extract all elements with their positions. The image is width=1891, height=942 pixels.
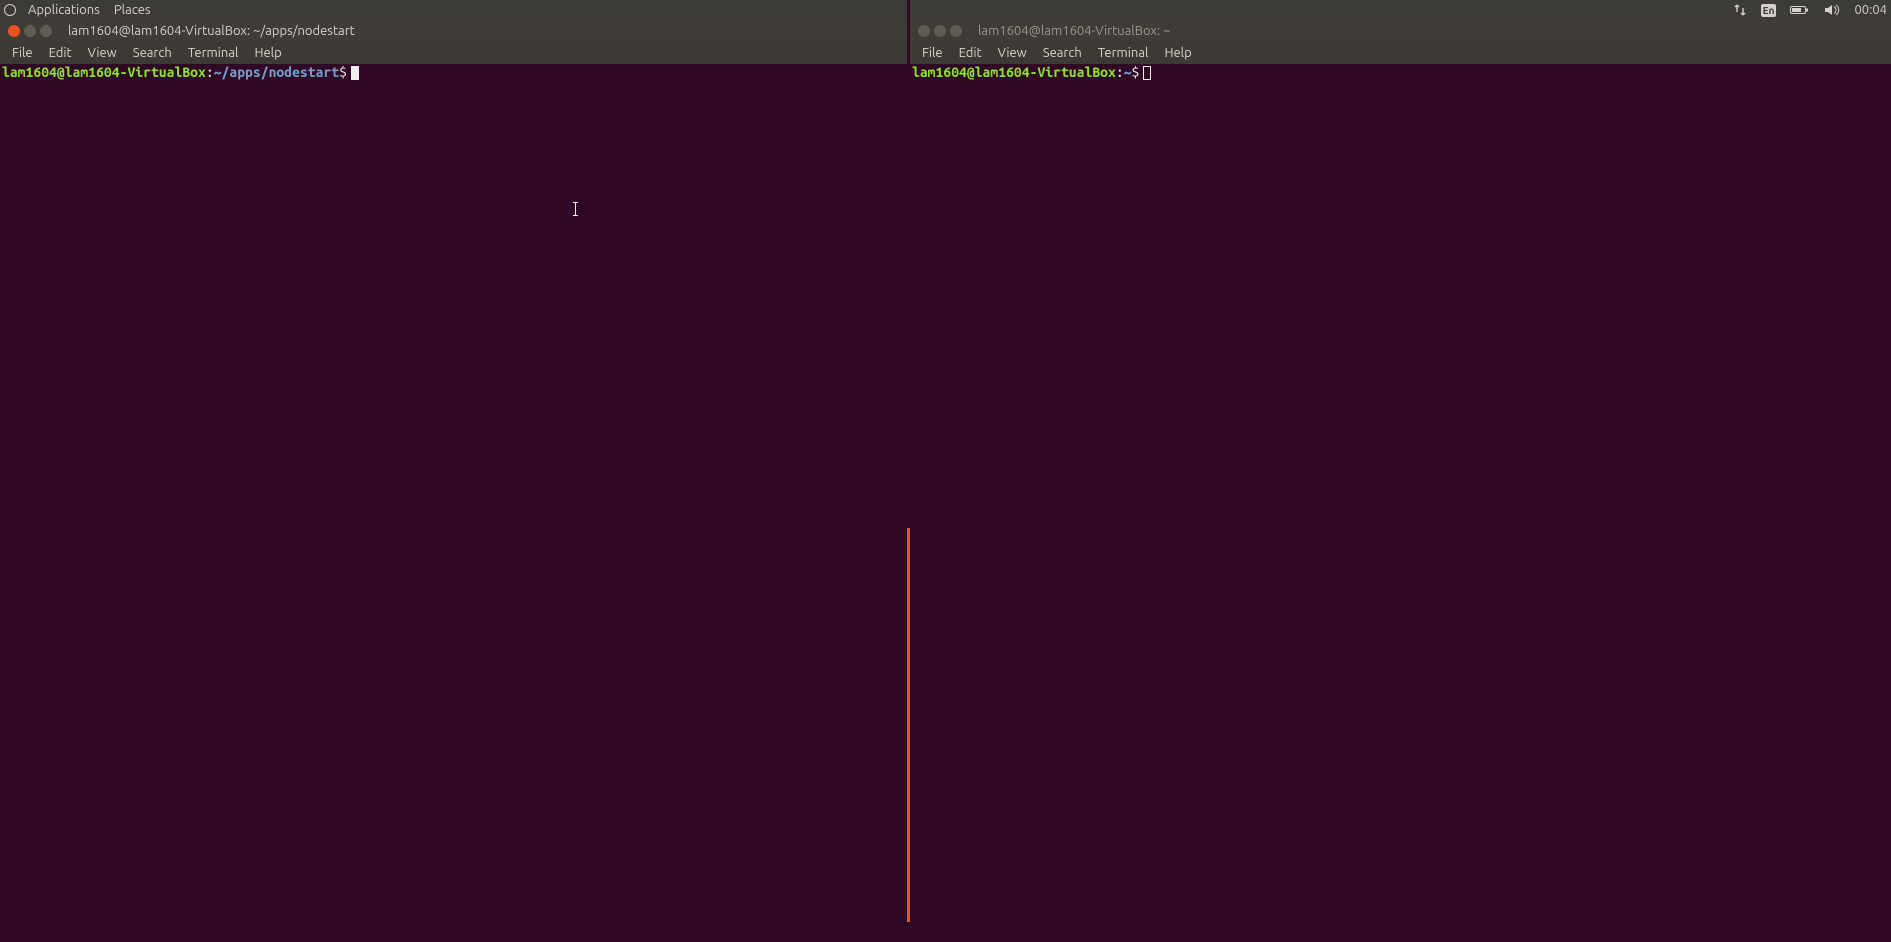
- menu-file[interactable]: File: [4, 44, 41, 62]
- volume-icon[interactable]: [1824, 3, 1840, 17]
- ubuntu-logo-icon: [4, 4, 16, 16]
- prompt-path: ~: [1124, 64, 1132, 80]
- menu-search[interactable]: Search: [125, 44, 180, 62]
- window-titlebar[interactable]: lam1604@lam1604-VirtualBox: ~/apps/nodes…: [0, 20, 910, 41]
- terminal-menubar: File Edit View Search Terminal Help: [910, 41, 1891, 64]
- menu-help[interactable]: Help: [246, 44, 289, 62]
- prompt-sep: :: [206, 64, 214, 80]
- close-icon[interactable]: [918, 25, 930, 37]
- window-controls: [910, 25, 968, 37]
- terminal-menubar: File Edit View Search Terminal Help: [0, 41, 910, 64]
- minimize-icon[interactable]: [24, 25, 36, 37]
- menu-edit[interactable]: Edit: [951, 44, 990, 62]
- menu-view[interactable]: View: [80, 44, 125, 62]
- close-icon[interactable]: [8, 25, 20, 37]
- menu-search[interactable]: Search: [1035, 44, 1090, 62]
- menu-terminal[interactable]: Terminal: [1090, 44, 1157, 62]
- terminal-cursor: [1143, 66, 1151, 80]
- menu-file[interactable]: File: [914, 44, 951, 62]
- prompt-sep: :: [1116, 64, 1124, 80]
- text-cursor-icon: [575, 202, 576, 216]
- applications-menu[interactable]: Applications: [24, 3, 104, 17]
- window-controls: [0, 25, 58, 37]
- maximize-icon[interactable]: [950, 25, 962, 37]
- minimize-icon[interactable]: [934, 25, 946, 37]
- prompt-dollar: $: [1132, 64, 1140, 80]
- prompt-user-host: lam1604@lam1604-VirtualBox: [2, 64, 206, 80]
- input-method-indicator[interactable]: En: [1761, 4, 1777, 17]
- window-titlebar[interactable]: lam1604@lam1604-VirtualBox: ~: [910, 20, 1891, 41]
- panel-left-group: Applications Places: [4, 3, 155, 17]
- window-title-text: lam1604@lam1604-VirtualBox: ~: [978, 24, 1171, 38]
- network-icon[interactable]: [1733, 3, 1747, 17]
- battery-icon[interactable]: [1790, 4, 1810, 16]
- places-menu[interactable]: Places: [110, 3, 155, 17]
- workspace: lam1604@lam1604-VirtualBox: ~/apps/nodes…: [0, 20, 1891, 942]
- menu-view[interactable]: View: [990, 44, 1035, 62]
- terminal-cursor: [351, 66, 359, 80]
- maximize-icon[interactable]: [40, 25, 52, 37]
- menu-help[interactable]: Help: [1156, 44, 1199, 62]
- prompt-path: ~/apps/nodestart: [214, 64, 339, 80]
- menu-terminal[interactable]: Terminal: [180, 44, 247, 62]
- prompt-user-host: lam1604@lam1604-VirtualBox: [912, 64, 1116, 80]
- clock-text[interactable]: 00:04: [1854, 3, 1887, 17]
- window-title-text: lam1604@lam1604-VirtualBox: ~/apps/nodes…: [68, 24, 355, 38]
- menu-edit[interactable]: Edit: [41, 44, 80, 62]
- terminal-window-left: lam1604@lam1604-VirtualBox: ~/apps/nodes…: [0, 20, 910, 942]
- terminal-window-right: lam1604@lam1604-VirtualBox: ~ File Edit …: [910, 20, 1891, 942]
- prompt-dollar: $: [339, 64, 347, 80]
- gnome-top-panel: Applications Places En 00:04: [0, 0, 1891, 20]
- panel-right-group: En 00:04: [1733, 3, 1887, 17]
- terminal-body[interactable]: lam1604@lam1604-VirtualBox:~$: [910, 64, 1891, 942]
- terminal-body[interactable]: lam1604@lam1604-VirtualBox:~/apps/nodest…: [0, 64, 910, 942]
